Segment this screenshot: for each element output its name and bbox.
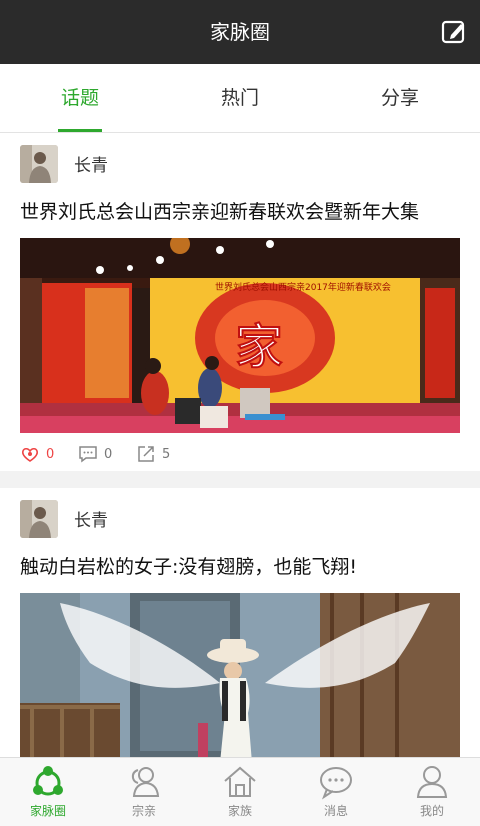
tab-topics[interactable]: 话题 bbox=[0, 64, 160, 132]
tab-bar: 话题 热门 分享 bbox=[0, 64, 480, 133]
post-image[interactable] bbox=[20, 593, 460, 757]
avatar[interactable] bbox=[20, 145, 58, 183]
nav-label: 家族 bbox=[227, 804, 252, 818]
nav-label: 宗亲 bbox=[131, 804, 156, 818]
comment-icon bbox=[79, 446, 97, 463]
nav-wode[interactable]: 我的 bbox=[384, 758, 480, 826]
nav-jiamaiquan[interactable]: 家脉圈 bbox=[0, 758, 96, 826]
banner-text: 世界刘氏总会山西宗亲2017年迎新春联欢会 bbox=[215, 281, 391, 293]
share-count: 5 bbox=[162, 446, 171, 462]
post-image[interactable]: 世界刘氏总会山西宗亲2017年迎新春联欢会 家 bbox=[20, 238, 460, 433]
nav-zongqin[interactable]: 宗亲 bbox=[96, 758, 192, 826]
chat-icon bbox=[320, 767, 352, 800]
home-icon bbox=[224, 766, 256, 797]
feed-list[interactable]: 长青 世界刘氏总会山西宗亲迎新春联欢会暨新年大集 世界刘氏总会山西宗亲2017年… bbox=[0, 133, 480, 757]
post-author[interactable]: 长青 bbox=[74, 506, 108, 531]
nav-label: 我的 bbox=[419, 804, 444, 818]
share-button[interactable]: 5 bbox=[136, 443, 170, 465]
nav-xiaoxi[interactable]: 消息 bbox=[288, 758, 384, 826]
post-title[interactable]: 触动白岩松的女子:没有翅膀，也能飞翔! bbox=[20, 552, 357, 579]
tab-topics-label: 话题 bbox=[60, 87, 99, 109]
active-tab-indicator bbox=[58, 129, 102, 132]
share-icon bbox=[138, 446, 154, 462]
post-card[interactable]: 长青 触动白岩松的女子:没有翅膀，也能飞翔! bbox=[0, 488, 480, 757]
post-actions: 0 0 5 bbox=[20, 443, 460, 467]
tab-hot-label: 热门 bbox=[220, 87, 259, 109]
avatar[interactable] bbox=[20, 500, 58, 538]
tab-hot[interactable]: 热门 bbox=[160, 64, 320, 132]
comment-count: 0 bbox=[104, 446, 113, 462]
like-count: 0 bbox=[46, 446, 55, 462]
title-bar: 家脉圈 bbox=[0, 0, 480, 64]
nav-jiazu[interactable]: 家族 bbox=[192, 758, 288, 826]
nav-label: 消息 bbox=[323, 804, 348, 818]
comment-button[interactable]: 0 bbox=[78, 443, 112, 465]
users-icon bbox=[131, 767, 160, 797]
like-icon bbox=[21, 447, 39, 462]
edit-icon[interactable] bbox=[440, 18, 468, 46]
post-title[interactable]: 世界刘氏总会山西宗亲迎新春联欢会暨新年大集 bbox=[20, 197, 419, 224]
like-button[interactable]: 0 bbox=[20, 443, 54, 465]
post-card[interactable]: 长青 世界刘氏总会山西宗亲迎新春联欢会暨新年大集 世界刘氏总会山西宗亲2017年… bbox=[0, 133, 480, 471]
banner-big-char: 家 bbox=[235, 319, 283, 375]
circle-network-icon bbox=[33, 766, 63, 796]
nav-label: 家脉圈 bbox=[29, 804, 66, 818]
bottom-nav: 家脉圈 宗亲 家族 消息 我的 bbox=[0, 757, 480, 826]
tab-share[interactable]: 分享 bbox=[320, 64, 480, 132]
post-author[interactable]: 长青 bbox=[74, 151, 108, 176]
page-title: 家脉圈 bbox=[210, 20, 270, 44]
user-icon bbox=[416, 766, 448, 798]
tab-share-label: 分享 bbox=[380, 87, 419, 109]
